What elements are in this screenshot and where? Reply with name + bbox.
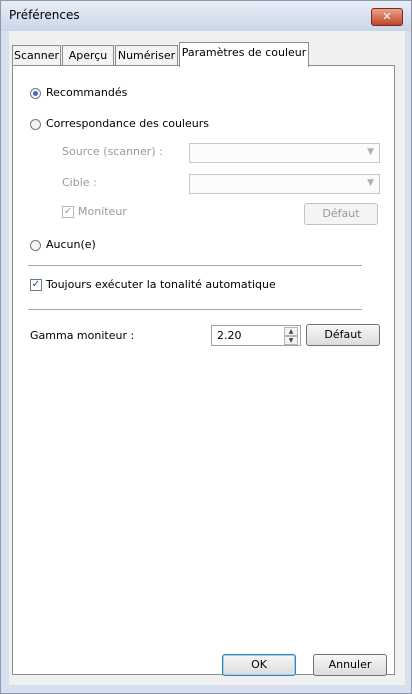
spin-up-icon: ▲: [288, 328, 294, 335]
auto-tone-label: Toujours exécuter la tonalité automatiqu…: [46, 278, 276, 291]
tab-scanner[interactable]: Scanner: [12, 45, 61, 66]
close-icon: ✕: [382, 10, 392, 23]
tab-apercu[interactable]: Aperçu: [62, 45, 114, 66]
checkmark-icon: ✓: [63, 206, 73, 217]
close-button[interactable]: ✕: [371, 8, 403, 26]
matching-default-button[interactable]: Défaut: [304, 203, 378, 225]
color-matching-label: Correspondance des couleurs: [46, 117, 209, 130]
dropdown-arrow-icon: ▼: [367, 178, 374, 188]
separator: [28, 309, 362, 311]
gamma-spinbox[interactable]: 2.20 ▲ ▼: [211, 325, 301, 346]
source-select[interactable]: ▼: [189, 143, 380, 163]
auto-tone-checkbox[interactable]: ✓: [30, 279, 42, 291]
target-label: Cible :: [62, 176, 97, 189]
tab-numeriser[interactable]: Numériser: [115, 45, 178, 66]
none-label: Aucun(e): [46, 238, 96, 251]
recommended-radio[interactable]: [30, 88, 41, 99]
spin-up-button[interactable]: ▲: [284, 327, 298, 336]
dropdown-arrow-icon: ▼: [367, 147, 374, 157]
cancel-button[interactable]: Annuler: [313, 654, 387, 676]
preferences-dialog: Préférences ✕ Scanner Aperçu Numériser P…: [0, 0, 412, 694]
target-select[interactable]: ▼: [189, 174, 380, 194]
title-bar: Préférences ✕: [1, 1, 411, 31]
gamma-value: 2.20: [217, 329, 242, 342]
monitor-checkbox[interactable]: ✓: [62, 206, 74, 218]
recommended-label: Recommandés: [46, 86, 128, 99]
source-label: Source (scanner) :: [62, 145, 163, 158]
tab-color-settings[interactable]: Paramètres de couleur: [179, 42, 309, 67]
monitor-label: Moniteur: [78, 205, 127, 218]
gamma-label: Gamma moniteur :: [30, 329, 135, 342]
dialog-body: Scanner Aperçu Numériser Paramètres de c…: [9, 31, 405, 685]
window-title: Préférences: [9, 8, 80, 22]
spin-down-button[interactable]: ▼: [284, 336, 298, 345]
checkmark-icon: ✓: [31, 279, 41, 290]
spin-down-icon: ▼: [288, 337, 294, 344]
color-settings-panel: Recommandés Correspondance des couleurs …: [12, 65, 395, 675]
ok-button[interactable]: OK: [222, 654, 296, 676]
none-radio[interactable]: [30, 240, 41, 251]
gamma-default-button[interactable]: Défaut: [306, 324, 380, 346]
separator: [28, 265, 362, 267]
color-matching-radio[interactable]: [30, 119, 41, 130]
